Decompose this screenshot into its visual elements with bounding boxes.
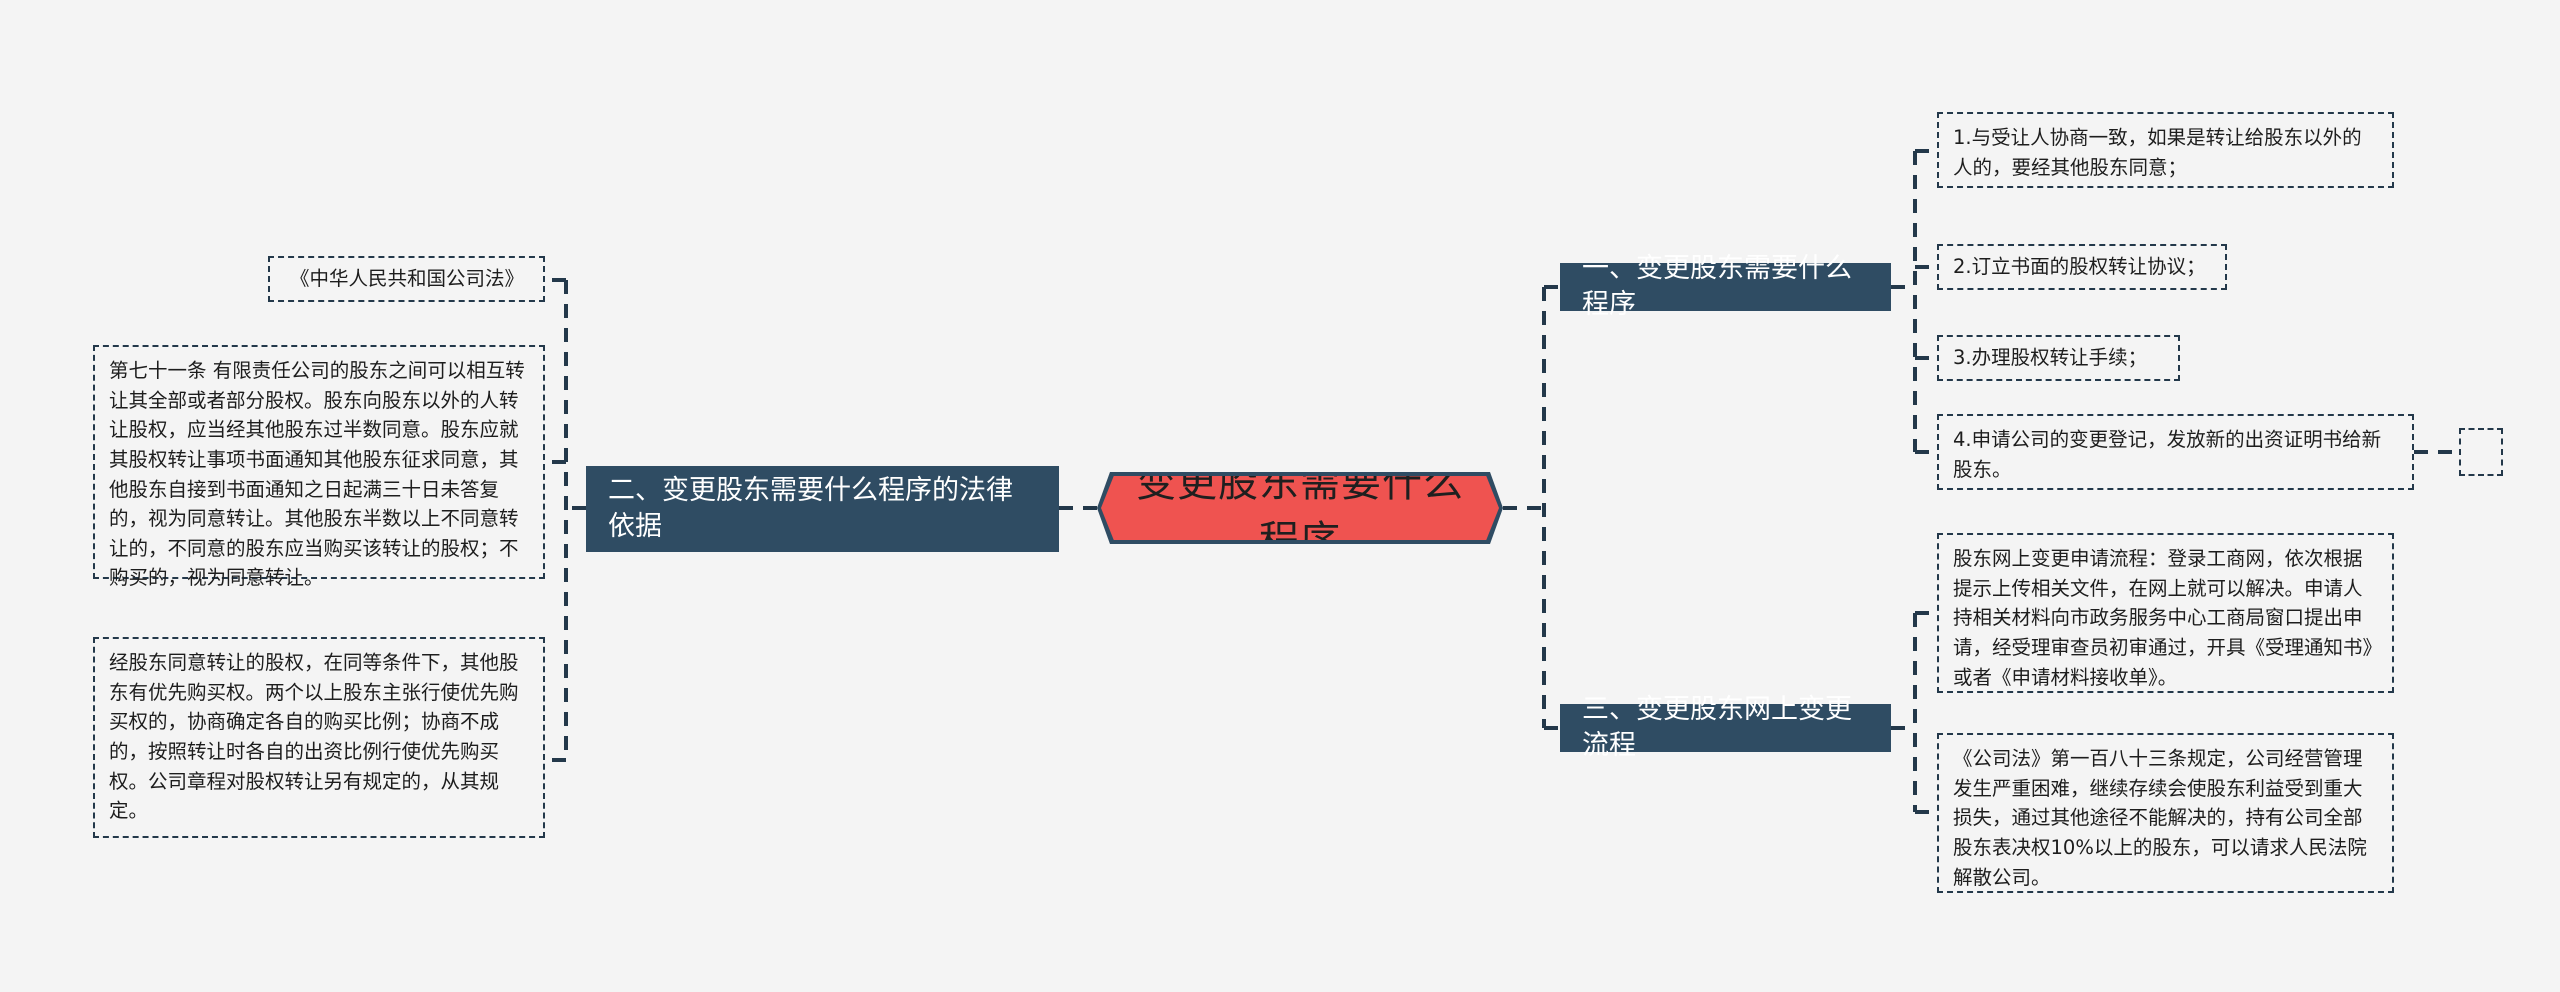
leaf-node-r4-text: 4.申请公司的变更登记，发放新的出资证明书给新股东。 [1953,428,2382,481]
branch-node-2-label: 二、变更股东需要什么程序的法律依据 [608,474,1013,542]
leaf-node-r3-text: 3.办理股权转让手续； [1953,346,2148,370]
central-node-label: 变更股东需要什么程序 [1136,460,1464,564]
leaf-node-r1-text: 1.与受让人协商一致，如果是转让给股东以外的人的，要经其他股东同意； [1953,126,2362,179]
leaf-node-l1-text: 《中华人民共和国公司法》 [289,267,524,291]
leaf-node-l2-text: 第七十一条 有限责任公司的股东之间可以相互转让其全部或者部分股权。股东向股东以外… [109,359,525,590]
branch-node-2[interactable]: 二、变更股东需要什么程序的法律依据 [586,466,1059,552]
central-node[interactable]: 变更股东需要什么程序 [1101,476,1499,540]
mindmap-canvas: 变更股东需要什么程序 一、变更股东需要什么程序 1.与受让人协商一致，如果是转让… [0,0,2560,992]
leaf-node-r6[interactable]: 《公司法》第一百八十三条规定，公司经营管理发生严重困难，继续存续会使股东利益受到… [1937,733,2394,893]
branch-node-1[interactable]: 一、变更股东需要什么程序 [1560,253,1891,320]
leaf-node-r5-text: 股东网上变更申请流程：登录工商网，依次根据提示上传相关文件，在网上就可以解决。申… [1953,547,2373,689]
branch-node-3[interactable]: 三、变更股东网上变更流程 [1560,694,1891,761]
branch-node-3-label: 三、变更股东网上变更流程 [1582,693,1852,761]
leaf-node-r4[interactable]: 4.申请公司的变更登记，发放新的出资证明书给新股东。 [1937,414,2414,490]
leaf-node-r1[interactable]: 1.与受让人协商一致，如果是转让给股东以外的人的，要经其他股东同意； [1937,112,2394,188]
leaf-node-r2-text: 2.订立书面的股权转让协议； [1953,255,2206,279]
leaf-node-r3[interactable]: 3.办理股权转让手续； [1937,335,2180,381]
leaf-node-r6-text: 《公司法》第一百八十三条规定，公司经营管理发生严重困难，继续存续会使股东利益受到… [1953,747,2367,889]
leaf-node-r5[interactable]: 股东网上变更申请流程：登录工商网，依次根据提示上传相关文件，在网上就可以解决。申… [1937,533,2394,693]
leaf-node-r2[interactable]: 2.订立书面的股权转让协议； [1937,244,2227,290]
leaf-node-l1[interactable]: 《中华人民共和国公司法》 [268,256,545,302]
leaf-node-l3-text: 经股东同意转让的股权，在同等条件下，其他股东有优先购买权。两个以上股东主张行使优… [109,651,519,823]
branch-node-1-label: 一、变更股东需要什么程序 [1582,252,1852,320]
leaf-node-stub[interactable] [2459,428,2503,476]
leaf-node-l3[interactable]: 经股东同意转让的股权，在同等条件下，其他股东有优先购买权。两个以上股东主张行使优… [93,637,545,838]
leaf-node-l2[interactable]: 第七十一条 有限责任公司的股东之间可以相互转让其全部或者部分股权。股东向股东以外… [93,345,545,589]
